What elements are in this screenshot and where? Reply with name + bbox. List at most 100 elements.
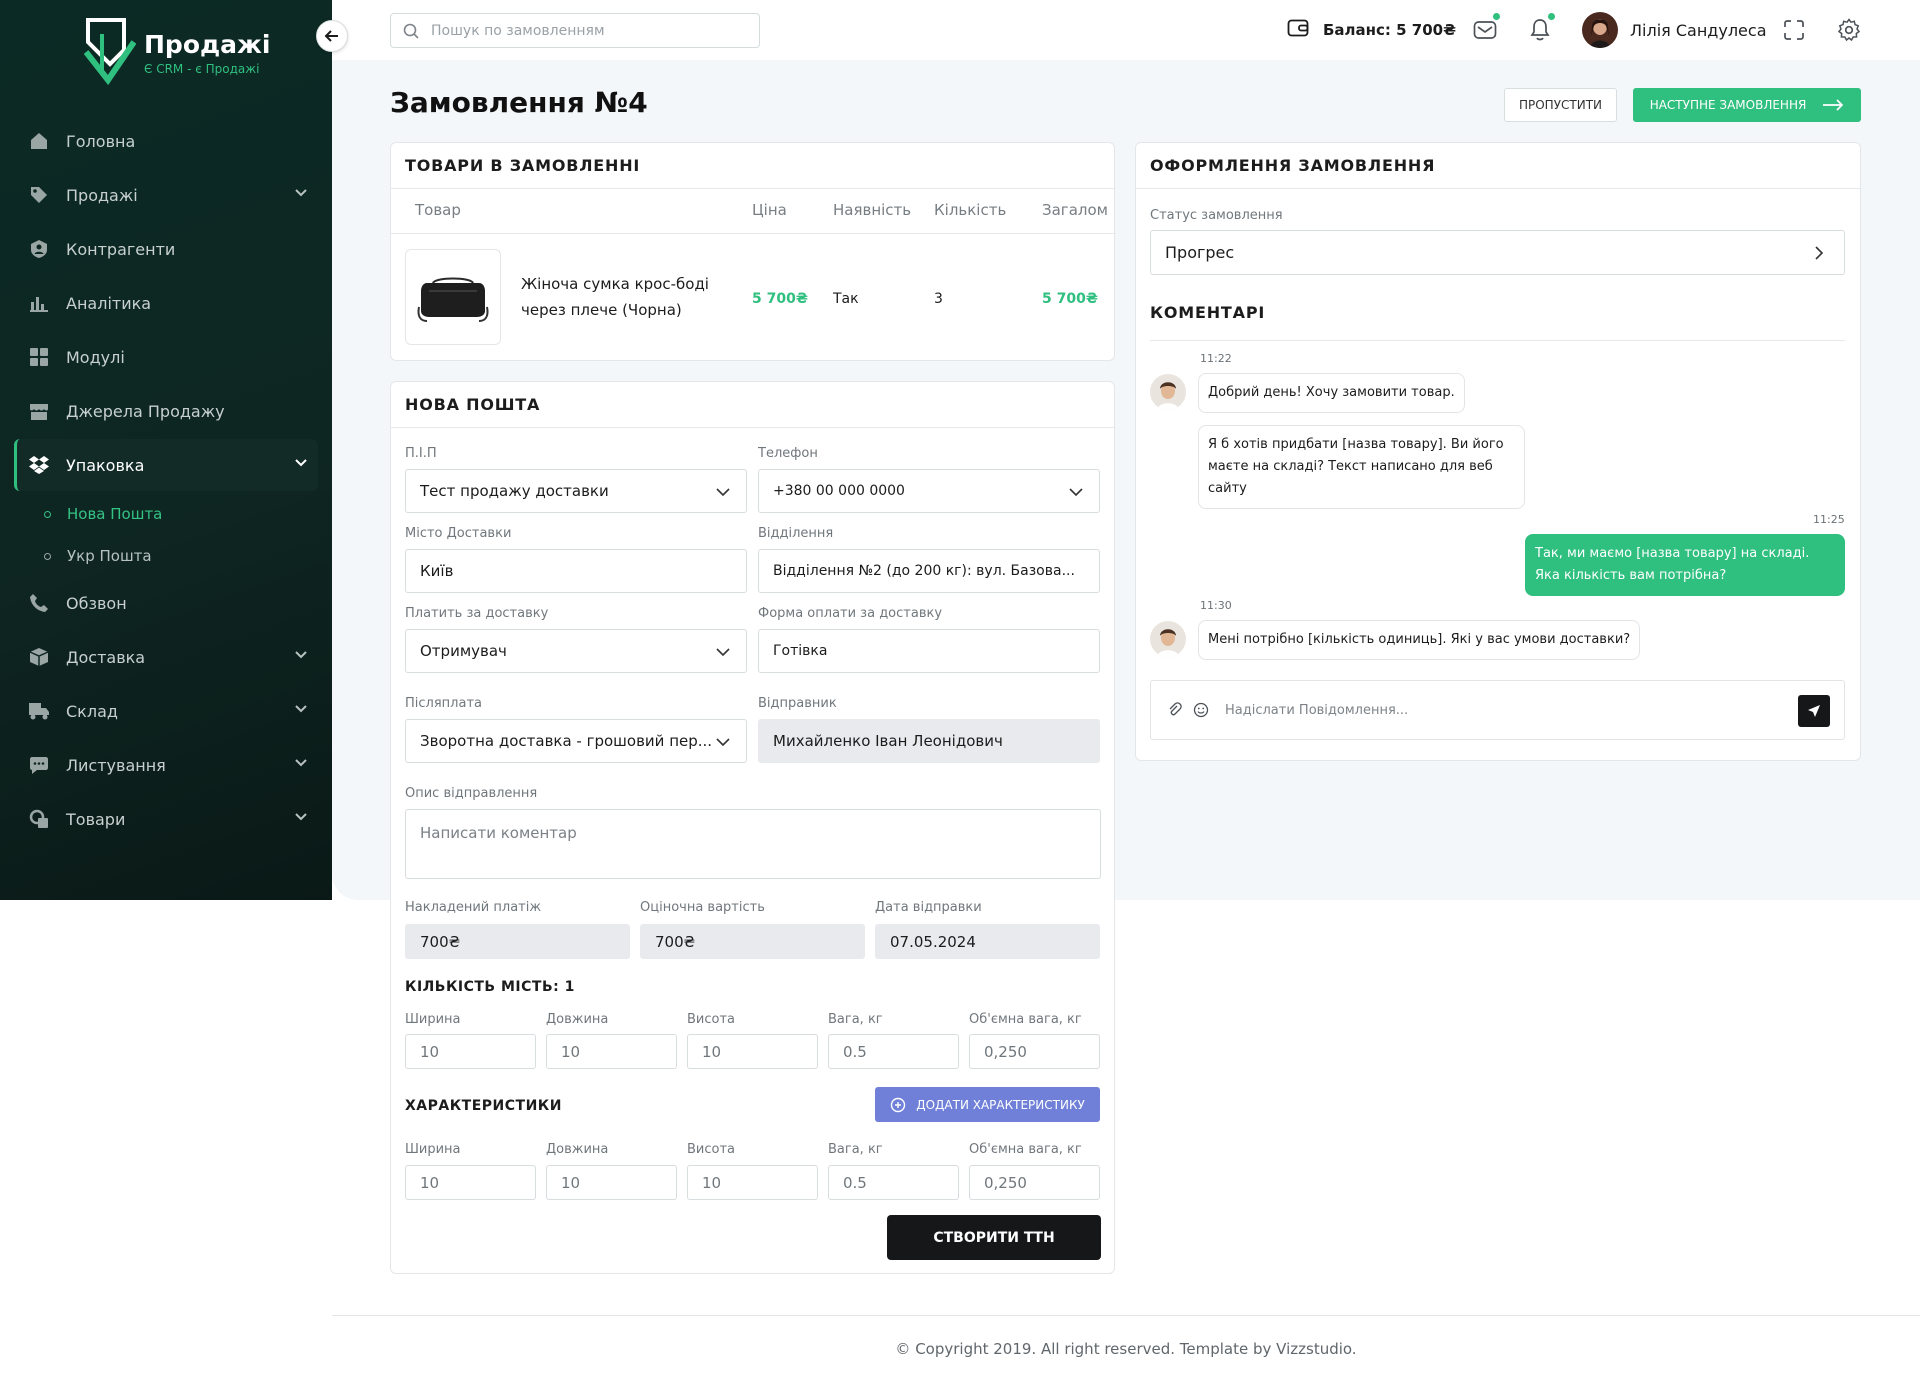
bell-icon — [1530, 19, 1550, 41]
product-price: 5 700₴ — [752, 291, 808, 307]
volume-weight-field[interactable]: 0,250 — [969, 1165, 1100, 1200]
sidebar-item-home[interactable]: Головна — [14, 115, 318, 167]
add-characteristic-button[interactable]: ДОДАТИ ХАРАКТЕРИСТИКУ — [875, 1087, 1100, 1122]
pib-select[interactable]: Тест продажу доставки — [405, 469, 747, 513]
status-label: Статус замовлення — [1150, 208, 1283, 223]
bullet-icon — [44, 510, 51, 518]
width-field[interactable]: 10 — [405, 1165, 536, 1200]
product-name[interactable]: Жіноча сумка крос-боді через плече (Чорн… — [521, 271, 741, 323]
message-input[interactable] — [1225, 702, 1785, 718]
arrow-left-icon — [324, 30, 338, 42]
contractors-icon — [28, 238, 50, 260]
send-date-value: 07.05.2024 — [890, 932, 976, 951]
gear-icon — [1837, 18, 1861, 42]
places-count-title: КІЛЬКІСТЬ МІСТЬ: 1 — [405, 979, 575, 995]
order-status-select[interactable]: Прогрес — [1150, 230, 1845, 275]
width-field[interactable]: 10 — [405, 1034, 536, 1069]
sidebar-item-calls[interactable]: Обзвон — [14, 577, 318, 629]
mail-icon — [1473, 21, 1497, 39]
search-icon — [403, 23, 419, 39]
cod-select[interactable]: Зворотна доставка - грошовий пер... — [405, 719, 747, 763]
sidebar-item-label: Листування — [66, 755, 166, 775]
column-header-total: Загалом — [1042, 201, 1108, 219]
home-icon — [28, 130, 50, 152]
height-field[interactable]: 10 — [687, 1165, 818, 1200]
payment-form-field[interactable]: Готівка — [758, 629, 1100, 673]
cod-value: Зворотна доставка - грошовий пер... — [420, 732, 713, 750]
sidebar-item-label: Аналітика — [66, 293, 152, 313]
length-field[interactable]: 10 — [546, 1165, 677, 1200]
sidebar-subitem-ukr-poshta[interactable]: Укр Пошта — [14, 535, 318, 577]
sidebar-item-packaging[interactable]: Упаковка — [14, 439, 318, 491]
fullscreen-button[interactable] — [1781, 17, 1807, 43]
sidebar-subitem-nova-poshta[interactable]: Нова Пошта — [14, 493, 318, 535]
city-field[interactable]: Київ — [405, 549, 747, 593]
balance-text: Баланс: 5 700₴ — [1323, 21, 1457, 39]
phone-icon — [28, 592, 50, 614]
fullscreen-icon — [1784, 20, 1804, 40]
create-ttn-button[interactable]: СТВОРИТИ ТТН — [887, 1215, 1101, 1260]
payment-form-value: Готівка — [773, 643, 828, 659]
sidebar-item-contractors[interactable]: Контрагенти — [14, 223, 318, 275]
product-image[interactable] — [405, 249, 501, 345]
search-box[interactable] — [390, 13, 760, 48]
mail-badge — [1493, 13, 1500, 20]
next-order-button[interactable]: НАСТУПНЕ ЗАМОВЛЕННЯ — [1633, 88, 1861, 122]
skip-button[interactable]: ПРОПУСТИТИ — [1504, 88, 1617, 122]
payer-select[interactable]: Отримувач — [405, 629, 747, 673]
balance[interactable]: Баланс: 5 700₴ — [1287, 18, 1456, 42]
sidebar-item-goods[interactable]: Товари — [14, 793, 318, 845]
settings-button[interactable] — [1836, 17, 1862, 43]
branch-value: Відділення №2 (до 200 кг): вул. Базова..… — [773, 563, 1075, 579]
sidebar-subitem-label: Укр Пошта — [67, 547, 152, 565]
message-bubble-outgoing: Так, ми маємо [назва товару] на складі. … — [1525, 534, 1845, 596]
weight-field[interactable]: 0.5 — [828, 1034, 959, 1069]
brand-subtitle: Є CRM - є Продажі — [144, 62, 260, 76]
width-label: Ширина — [405, 1142, 461, 1157]
branch-field[interactable]: Відділення №2 (до 200 кг): вул. Базова..… — [758, 549, 1100, 593]
sidebar-collapse-button[interactable] — [316, 20, 348, 52]
sidebar-item-label: Продажі — [66, 185, 138, 205]
sidebar-item-warehouse[interactable]: Склад — [14, 685, 318, 737]
sidebar-item-messaging[interactable]: Листування — [14, 739, 318, 791]
send-button[interactable] — [1798, 695, 1830, 727]
weight-field[interactable]: 0.5 — [828, 1165, 959, 1200]
emoji-icon[interactable] — [1193, 702, 1209, 718]
description-textarea[interactable]: Написати коментар — [405, 809, 1101, 879]
product-total: 5 700₴ — [1042, 291, 1098, 307]
order-products-card: ТОВАРИ В ЗАМОВЛЕННІ Товар Ціна Наявність… — [390, 142, 1116, 361]
logo-icon — [84, 18, 136, 86]
message-bubble: Добрий день! Хочу замовити товар. — [1198, 373, 1465, 413]
brand-logo[interactable]: Продажі Є CRM - є Продажі — [84, 18, 284, 88]
sidebar-item-sales[interactable]: Продажі — [14, 169, 318, 221]
volume-weight-label: Об'ємна вага, кг — [969, 1012, 1082, 1027]
dropbox-icon — [28, 454, 50, 476]
sidebar-item-modules[interactable]: Модулі — [14, 331, 318, 383]
phone-label: Телефон — [758, 446, 818, 461]
volume-weight-label: Об'ємна вага, кг — [969, 1142, 1082, 1157]
user-name: Лілія Сандулеса — [1630, 20, 1767, 40]
message-composer — [1150, 680, 1845, 740]
volume-weight-field[interactable]: 0,250 — [969, 1034, 1100, 1069]
attachment-icon[interactable] — [1167, 702, 1183, 718]
user-menu[interactable]: Лілія Сандулеса — [1582, 12, 1767, 48]
message-time: 11:25 — [1813, 513, 1845, 526]
column-header-availability: Наявність — [833, 201, 912, 219]
phone-select[interactable]: +380 00 000 0000 — [758, 469, 1100, 513]
weight-label: Вага, кг — [828, 1012, 883, 1027]
chevron-down-icon — [294, 185, 308, 204]
sender-label: Відправник — [758, 696, 837, 711]
height-field[interactable]: 10 — [687, 1034, 818, 1069]
notifications-button[interactable] — [1527, 13, 1555, 43]
mail-button[interactable] — [1472, 13, 1500, 43]
column-header-quantity: Кількість — [934, 201, 1007, 219]
box-icon — [28, 646, 50, 668]
notification-badge — [1548, 13, 1555, 20]
search-input[interactable] — [431, 22, 731, 39]
sidebar-item-sales-sources[interactable]: Джерела Продажу — [14, 385, 318, 437]
send-date-label: Дата відправки — [875, 900, 982, 915]
plus-circle-icon — [891, 1097, 906, 1112]
sidebar-item-analytics[interactable]: Аналітика — [14, 277, 318, 329]
length-field[interactable]: 10 — [546, 1034, 677, 1069]
sidebar-item-delivery[interactable]: Доставка — [14, 631, 318, 683]
